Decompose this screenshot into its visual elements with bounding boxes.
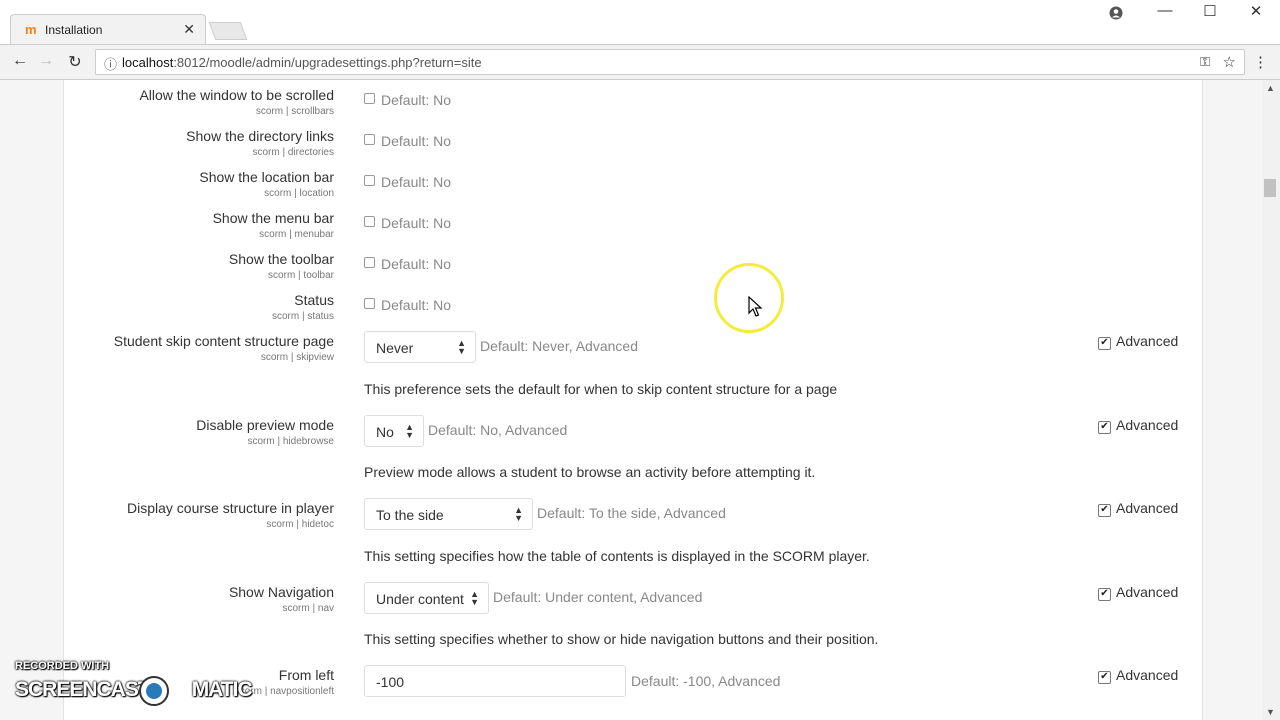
url-text: localhost:8012/moodle/admin/upgradesetti… <box>122 55 482 70</box>
select-arrows-icon: ▲ ▼ <box>514 505 523 523</box>
hidebrowse-select[interactable]: No ▲ ▼ <box>364 415 424 447</box>
setting-label: Status scorm | status <box>271 292 334 322</box>
page-viewport: Allow the window to be scrolled scorm | s… <box>0 80 1262 720</box>
mouse-cursor-icon <box>748 296 762 317</box>
setting-label: Allow the window to be scrolled scorm | s… <box>139 87 334 117</box>
select-arrows-icon: ▲ ▼ <box>457 338 466 356</box>
browser-toolbar: ← → ↻ ⓘ localhost:8012/moodle/admin/upgr… <box>0 44 1280 80</box>
advanced-checkbox[interactable]: ✔ Advanced <box>1098 333 1178 350</box>
checkmark-icon: ✔ <box>1098 588 1111 601</box>
setting-label: Student skip content structure page scorm… <box>113 333 334 363</box>
advanced-checkbox[interactable]: ✔ Advanced <box>1098 667 1178 684</box>
default-text: Default: No <box>381 256 452 272</box>
setting-checkbox[interactable] <box>364 298 375 309</box>
key-icon[interactable]: ⚿ <box>1200 54 1210 70</box>
new-tab-button[interactable] <box>208 22 248 40</box>
bookmark-star-icon[interactable]: ☆ <box>1223 53 1236 71</box>
scroll-up-icon[interactable]: ▲ <box>1266 83 1275 93</box>
select-arrows-icon: ▲ ▼ <box>405 422 414 440</box>
default-text: Default: No <box>381 297 452 313</box>
setting-label: Show the directory links scorm | director… <box>186 128 334 158</box>
maximize-icon[interactable]: ☐ <box>1195 2 1225 20</box>
default-text: Default: No <box>381 133 452 149</box>
tab-title: Installation <box>45 23 103 37</box>
browser-tab[interactable]: m Installation ✕ <box>10 14 206 44</box>
default-text: Default: To the side, Advanced <box>537 505 726 521</box>
minimize-icon[interactable]: — <box>1150 2 1180 19</box>
default-text: Default: No, Advanced <box>428 422 568 438</box>
scrollbar-thumb[interactable] <box>1264 179 1276 197</box>
vertical-scrollbar[interactable]: ▲ ▼ <box>1262 80 1280 720</box>
default-text: Default: No <box>381 174 452 190</box>
tab-strip: m Installation ✕ — ☐ ✕ <box>0 0 1280 44</box>
setting-label: Show the location bar scorm | location <box>199 169 334 199</box>
skipview-select[interactable]: Never ▲ ▼ <box>364 331 476 363</box>
checkmark-icon: ✔ <box>1098 421 1111 434</box>
default-text: Default: Never, Advanced <box>480 338 638 354</box>
advanced-checkbox[interactable]: ✔ Advanced <box>1098 584 1178 601</box>
checkmark-icon: ✔ <box>1098 504 1111 517</box>
setting-label: Display course structure in player scorm … <box>127 500 334 530</box>
select-arrows-icon: ▲ ▼ <box>470 589 479 607</box>
nav-select[interactable]: Under content ▲ ▼ <box>364 582 489 614</box>
forward-arrow-icon[interactable]: → <box>36 52 56 70</box>
default-text: Default: Under content, Advanced <box>493 589 703 605</box>
setting-checkbox[interactable] <box>364 216 375 227</box>
navpositionleft-input[interactable]: -100 <box>364 665 626 697</box>
setting-label: Show the menu bar scorm | menubar <box>212 210 334 240</box>
setting-description: This setting specifies whether to show o… <box>364 631 879 647</box>
moodle-favicon-icon: m <box>25 22 37 37</box>
scroll-down-icon[interactable]: ▼ <box>1266 707 1275 717</box>
address-bar[interactable]: ⓘ localhost:8012/moodle/admin/upgradeset… <box>95 49 1245 75</box>
checkmark-icon: ✔ <box>1098 337 1111 350</box>
default-text: Default: No <box>381 215 452 231</box>
browser-menu-icon[interactable]: ⋮ <box>1253 53 1268 71</box>
close-window-icon[interactable]: ✕ <box>1241 2 1271 20</box>
screencast-logo-icon <box>139 676 169 706</box>
checkmark-icon: ✔ <box>1098 671 1111 684</box>
profile-icon[interactable] <box>1101 2 1131 24</box>
advanced-checkbox[interactable]: ✔ Advanced <box>1098 417 1178 434</box>
setting-checkbox[interactable] <box>364 257 375 268</box>
reload-icon[interactable]: ↻ <box>65 52 85 72</box>
hidetoc-select[interactable]: To the side ▲ ▼ <box>364 498 533 530</box>
setting-label: Show the toolbar scorm | toolbar <box>228 251 334 281</box>
setting-label: Show Navigation scorm | nav <box>228 584 334 614</box>
advanced-checkbox[interactable]: ✔ Advanced <box>1098 500 1178 517</box>
setting-description: Preview mode allows a student to browse … <box>364 464 816 480</box>
setting-checkbox[interactable] <box>364 134 375 145</box>
setting-description: This preference sets the default for whe… <box>364 381 838 397</box>
setting-description: This setting specifies how the table of … <box>364 548 870 564</box>
setting-label: Disable preview mode scorm | hidebrowse <box>196 417 334 447</box>
default-text: Default: No <box>381 92 452 108</box>
close-tab-icon[interactable]: ✕ <box>183 21 195 38</box>
setting-checkbox[interactable] <box>364 175 375 186</box>
back-arrow-icon[interactable]: ← <box>10 52 30 70</box>
info-icon[interactable]: ⓘ <box>104 54 117 73</box>
default-text: Default: -100, Advanced <box>631 673 781 689</box>
setting-checkbox[interactable] <box>364 93 375 104</box>
